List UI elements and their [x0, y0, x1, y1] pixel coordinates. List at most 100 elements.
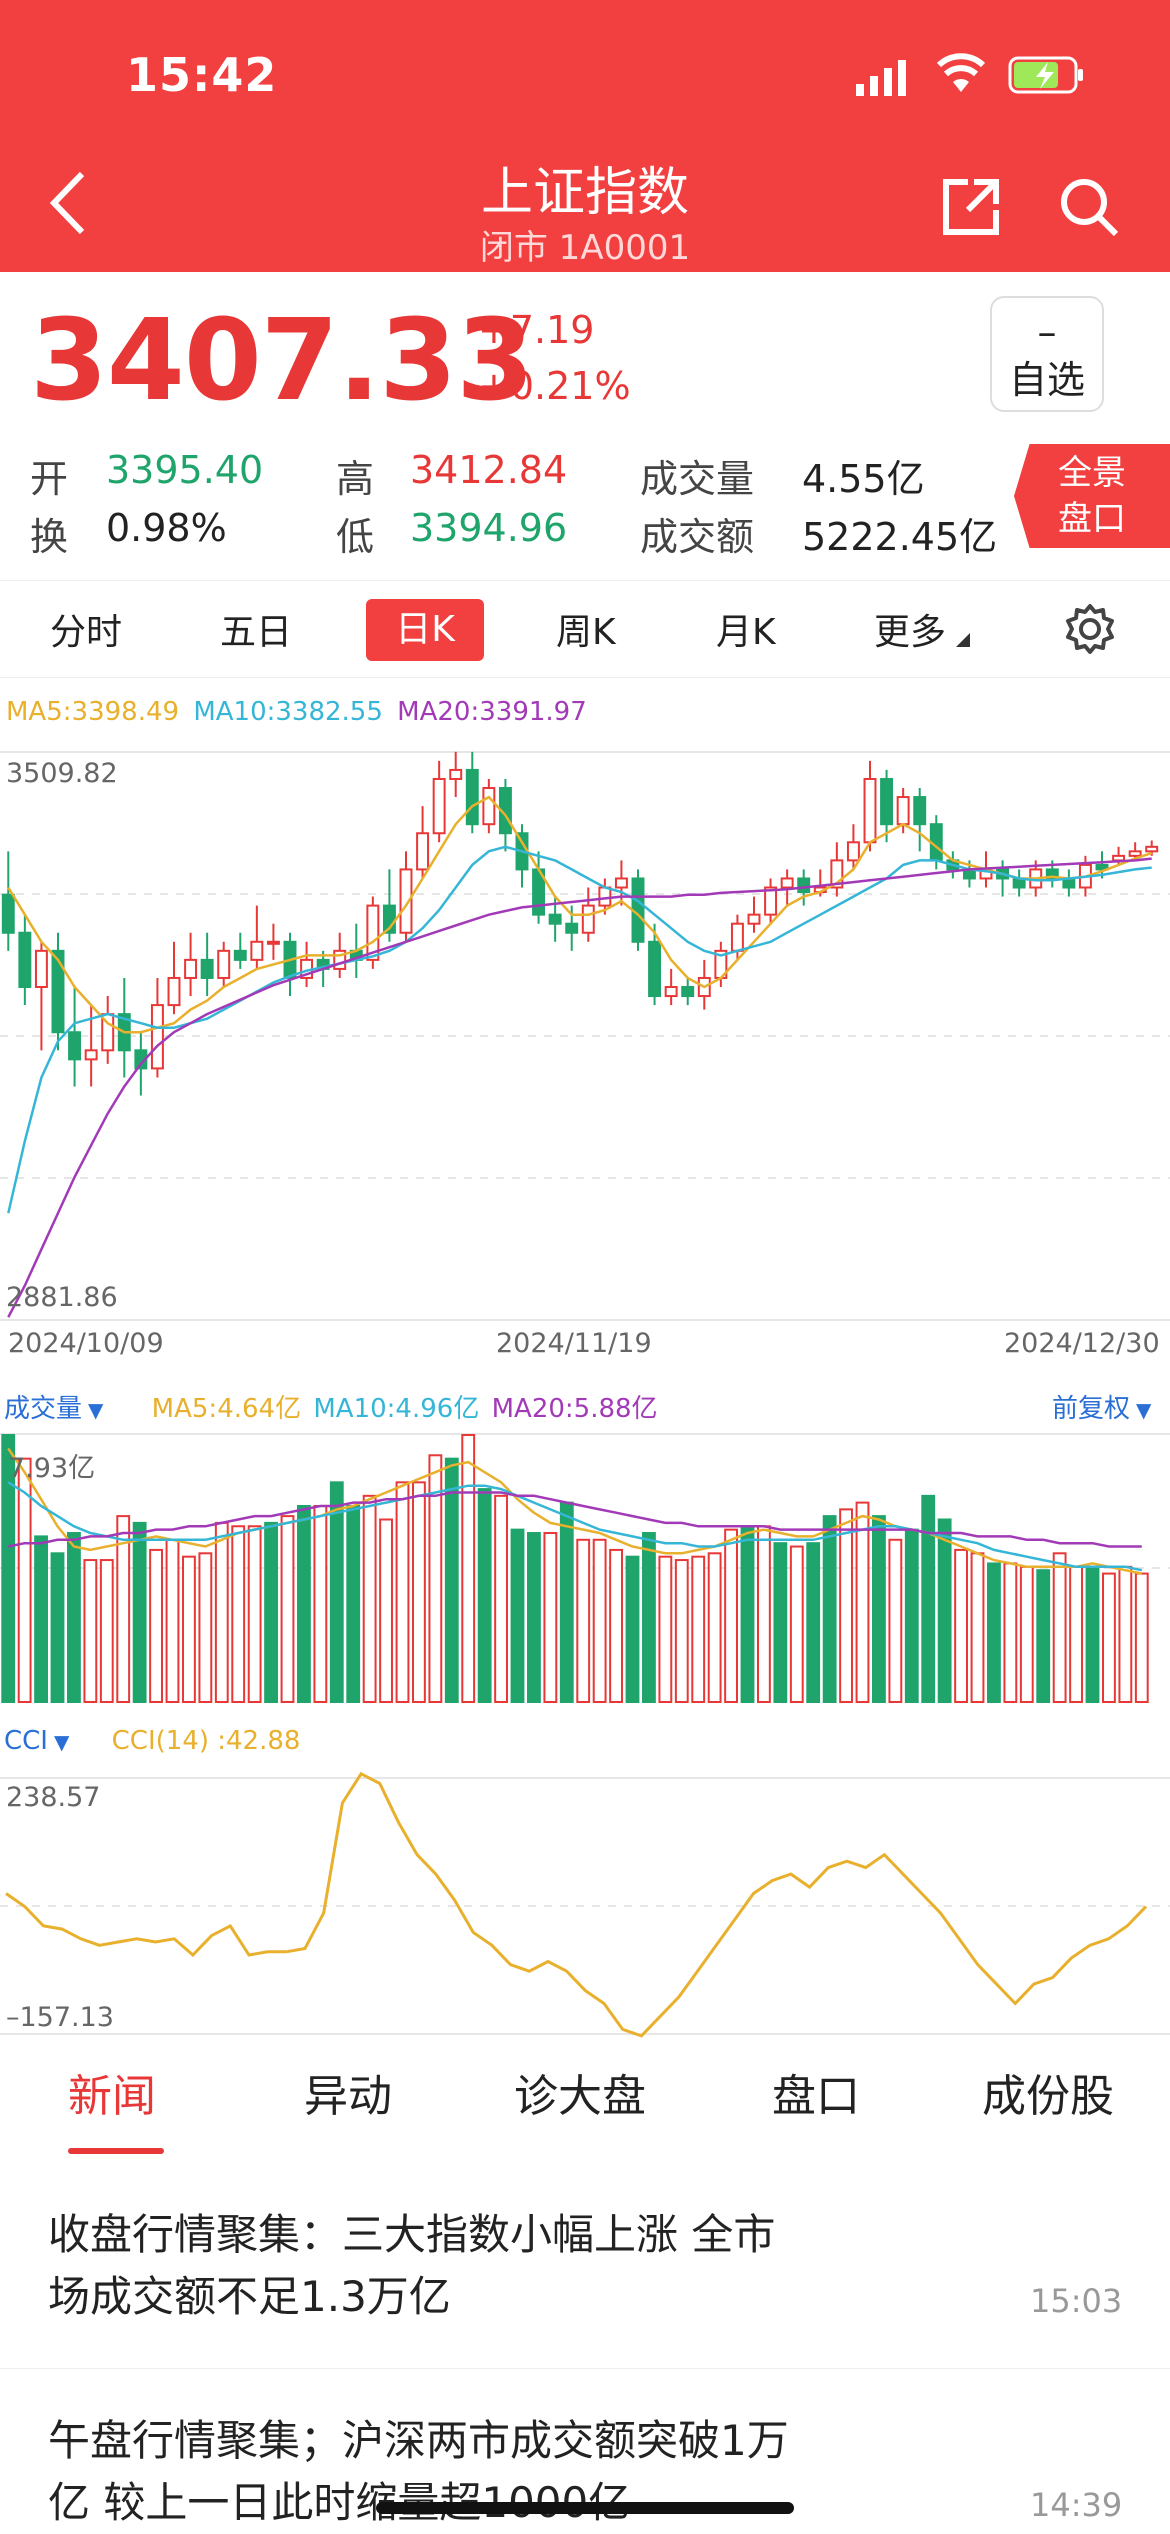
volume-bar	[625, 1555, 640, 1703]
candle-body	[250, 940, 264, 961]
candle-body	[217, 949, 231, 979]
candle-body	[863, 777, 877, 844]
cci-label[interactable]: CCI	[4, 1726, 48, 1756]
volume-bar	[1003, 1562, 1018, 1703]
news-item[interactable]: 收盘行情聚集：三大指数小幅上涨 全市 场成交额不足1.3万亿 15:03	[0, 2180, 1170, 2370]
volume-bar	[1036, 1569, 1051, 1703]
volume-bar	[329, 1481, 344, 1704]
volume-bar	[921, 1494, 936, 1703]
tab-monthly-k[interactable]: 月K	[716, 603, 776, 655]
search-icon[interactable]	[1058, 176, 1120, 242]
volume-bar	[527, 1532, 541, 1703]
open-value: 3395.40	[106, 448, 264, 492]
candle-body	[565, 922, 579, 934]
candle-body	[465, 768, 479, 826]
volume-bar	[1085, 1565, 1100, 1703]
volume-bar	[543, 1532, 558, 1703]
volume-bar	[987, 1562, 1001, 1703]
top-header: 15:42 上证指数 闭市 1A0001	[0, 0, 1170, 272]
candle-body	[84, 1049, 98, 1061]
candle-body	[18, 931, 32, 989]
cci-chart[interactable]	[0, 1770, 1170, 2040]
volume-bar	[1134, 1572, 1149, 1703]
volume-bar	[904, 1528, 919, 1704]
kline-ma-legend: MA5:3398.49 MA10:3382.55 MA20:3391.97	[6, 697, 587, 727]
candle-body	[482, 787, 496, 826]
volume-bar	[707, 1552, 722, 1704]
volume-legend: 成交量 ▼ MA5:4.64亿 MA10:4.96亿 MA20:5.88亿	[4, 1388, 658, 1425]
candle-body	[780, 877, 794, 889]
candle-body	[233, 949, 247, 961]
tab-daily-k[interactable]: 日K	[366, 599, 484, 661]
change-value: +7.19	[478, 308, 595, 352]
candle-body	[797, 877, 811, 894]
volume-bar	[954, 1548, 968, 1703]
volume-bar	[132, 1521, 147, 1703]
tab-orderbook[interactable]: 盘口	[772, 2060, 860, 2124]
low-label: 低	[336, 515, 375, 559]
volume-bar	[970, 1552, 985, 1704]
add-favorite-button[interactable]: – 自选	[990, 296, 1104, 412]
home-indicator[interactable]	[376, 2502, 794, 2514]
volume-bar	[888, 1538, 903, 1703]
candle-body	[548, 913, 562, 925]
chart-tabs: 分时 五日 日K 周K 月K 更多	[0, 580, 1170, 678]
cci-value: CCI(14) :42.88	[111, 1726, 301, 1756]
tab-more[interactable]: 更多	[874, 603, 946, 655]
full-orderbook-button[interactable]: 全景 盘口	[1014, 444, 1170, 548]
volume-bar	[757, 1525, 771, 1703]
share-icon[interactable]	[940, 176, 1002, 242]
news-title-line1: 午盘行情聚集；沪深两市成交额突破1万	[48, 2416, 789, 2465]
price-change: +7.19 +0.21%	[478, 302, 631, 414]
status-time: 15:42	[126, 48, 278, 102]
kline-chart[interactable]	[0, 740, 1170, 1340]
kline-ma5: MA5:3398.49	[6, 697, 180, 727]
volume-bar	[1118, 1565, 1133, 1703]
candle-body	[1145, 845, 1159, 853]
tab-news[interactable]: 新闻	[68, 2060, 156, 2124]
full-label-2: 盘口	[1058, 499, 1126, 539]
tab-five-day[interactable]: 五日	[220, 603, 292, 655]
tab-constituents[interactable]: 成份股	[982, 2060, 1114, 2124]
volume-bar	[67, 1532, 81, 1703]
volume-bar	[297, 1504, 311, 1704]
tab-weekly-k[interactable]: 周K	[556, 603, 616, 655]
volume-bar	[510, 1528, 525, 1704]
adjust-select[interactable]: 前复权 ▼	[1052, 1388, 1151, 1425]
volume-dropdown-icon[interactable]: ▼	[88, 1398, 103, 1422]
candle-body	[846, 841, 860, 862]
volume-bar	[264, 1521, 278, 1703]
candle-body	[1112, 854, 1126, 862]
amount-value: 5222.45亿	[802, 515, 998, 559]
volume-bar	[198, 1552, 213, 1704]
candle-body	[449, 768, 463, 780]
candle-body	[581, 904, 595, 934]
news-title-line2: 场成交额不足1.3万亿	[48, 2272, 451, 2321]
kline-ymax-label: 3509.82	[6, 758, 118, 789]
volume-chart[interactable]	[0, 1430, 1170, 1710]
volume-bar	[855, 1501, 870, 1703]
candle-body	[51, 949, 65, 1034]
volume-bar	[494, 1494, 508, 1703]
cci-dropdown-icon[interactable]: ▼	[54, 1730, 69, 1754]
candle-body	[68, 1031, 82, 1061]
volume-label[interactable]: 成交量	[4, 1394, 82, 1424]
volume-bar	[658, 1555, 673, 1703]
candle-body	[150, 1004, 164, 1070]
tab-intraday[interactable]: 分时	[50, 603, 122, 655]
volume-bar	[576, 1538, 591, 1703]
open-label: 开	[30, 457, 69, 501]
volume-bar	[477, 1488, 492, 1704]
volume-value: 4.55亿	[802, 457, 925, 501]
cci-min-label: –157.13	[6, 2002, 114, 2033]
volume-bar	[149, 1548, 163, 1703]
tab-diagnosis[interactable]: 诊大盘	[514, 2060, 646, 2124]
kline-date-mid: 2024/11/19	[496, 1328, 652, 1359]
candle-body	[266, 940, 280, 945]
candle-body	[913, 796, 927, 826]
settings-gear-icon[interactable]	[1064, 603, 1116, 659]
volume-bar	[395, 1481, 410, 1704]
tab-movement[interactable]: 异动	[304, 2060, 392, 2124]
volume-bar	[937, 1518, 952, 1703]
volume-bar	[789, 1545, 804, 1704]
